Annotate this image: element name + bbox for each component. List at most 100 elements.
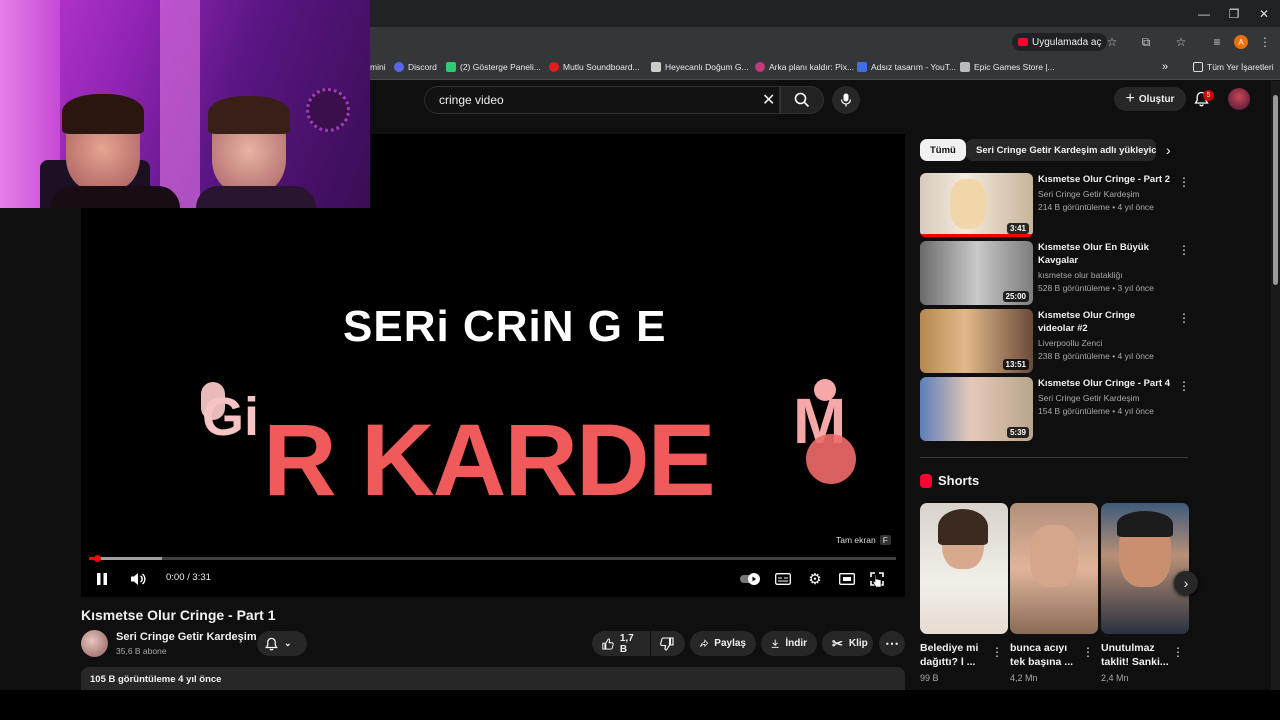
short-thumbnail[interactable]: [1010, 503, 1098, 634]
video-thumbnail[interactable]: 13:51: [920, 309, 1033, 373]
youtube-logo-icon: [1018, 38, 1028, 46]
gear-icon: ⚙: [808, 571, 822, 588]
browser-menu-icon[interactable]: ⋮: [1256, 33, 1274, 51]
plus-icon: +: [1125, 90, 1135, 107]
autoplay-toggle[interactable]: [740, 570, 762, 588]
dislike-button[interactable]: [651, 631, 685, 656]
subscription-bell-button[interactable]: ⌄: [257, 631, 307, 656]
duration-badge: 5:39: [1006, 427, 1029, 438]
download-button[interactable]: İndir: [761, 631, 817, 656]
thumbs-down-icon: [660, 636, 674, 651]
related-video[interactable]: 5:39 Kısmetse Olur Cringe - Part 4 Seri …: [920, 377, 1190, 441]
more-bookmarks-button[interactable]: »: [1162, 60, 1168, 74]
search-input[interactable]: cringe video: [424, 86, 780, 114]
more-vertical-icon[interactable]: ⋮: [1178, 379, 1190, 393]
channel-name[interactable]: Seri Cringe Getir Kardeşim: [116, 631, 257, 643]
shorts-next-button[interactable]: ›: [1174, 571, 1198, 595]
bookmark-item[interactable]: mini: [370, 60, 386, 74]
short-title[interactable]: Unutulmaz taklit! Sanki...: [1101, 641, 1176, 669]
volume-button[interactable]: [128, 570, 148, 588]
bookmark-soundboard[interactable]: Mutlu Soundboard...: [549, 60, 640, 74]
related-channel: Liverpoollu Zenci: [1038, 338, 1103, 348]
restore-button[interactable]: ❐: [1218, 0, 1250, 27]
related-meta: 214 B görüntüleme • 4 yıl önce: [1038, 202, 1154, 212]
bookmark-canva[interactable]: Adsız tasarım - YouT...: [857, 60, 956, 74]
open-in-app-button[interactable]: Uygulamada aç: [1012, 33, 1108, 51]
short-views: 4,2 Mn: [1010, 673, 1038, 683]
video-thumbnail[interactable]: 25:00: [920, 241, 1033, 305]
progress-scrubber[interactable]: [94, 555, 102, 562]
chip-all[interactable]: Tümü: [920, 139, 966, 161]
clear-search-icon[interactable]: ✕: [762, 90, 775, 110]
autoplay-icon: [740, 573, 760, 585]
close-window-button[interactable]: ✕: [1248, 0, 1280, 27]
epic-games-icon: [960, 62, 970, 72]
like-count: 1,7 B: [619, 632, 634, 655]
media-control-icon[interactable]: ≡: [1208, 33, 1226, 51]
minimize-button[interactable]: —: [1188, 0, 1220, 27]
voice-search-button[interactable]: [832, 86, 860, 114]
shorts-heading: Shorts: [920, 473, 979, 488]
fullscreen-tooltip: Tam ekran F: [836, 535, 891, 545]
short-thumbnail[interactable]: [1101, 503, 1189, 634]
more-vertical-icon[interactable]: ⋮: [1178, 243, 1190, 257]
mouse-cursor-icon: [872, 574, 882, 588]
more-vertical-icon[interactable]: ⋮: [1178, 175, 1190, 189]
more-vertical-icon[interactable]: ⋮: [1172, 645, 1184, 659]
search-button[interactable]: [780, 86, 824, 114]
related-video[interactable]: 25:00 Kısmetse Olur En Büyük Kavgalar kı…: [920, 241, 1190, 305]
bookmark-gosterge[interactable]: (2) Gösterge Paneli...: [446, 60, 541, 74]
bookmark-dogum[interactable]: Heyecanlı Doğum G...: [651, 60, 749, 74]
subtitles-button[interactable]: [774, 570, 792, 588]
description-box[interactable]: 105 B görüntüleme 4 yıl önce: [81, 667, 905, 692]
chevron-right-icon[interactable]: ›: [1166, 142, 1171, 158]
webcam-person-body: [50, 186, 180, 208]
thumbs-up-icon: [602, 637, 614, 650]
channel-avatar[interactable]: [81, 630, 108, 657]
settings-button[interactable]: ⚙: [806, 570, 824, 588]
progress-bar[interactable]: [89, 555, 896, 562]
overlay-decor-left: Gi: [202, 387, 260, 447]
reading-list-icon[interactable]: ☆: [1172, 33, 1190, 51]
bookmark-epic[interactable]: Epic Games Store |...: [960, 60, 1055, 74]
all-bookmarks-button[interactable]: Tüm Yer İşaretleri: [1193, 60, 1274, 74]
related-video[interactable]: 13:51 Kısmetse Olur Cringe videolar #2 L…: [920, 309, 1190, 373]
chip-uploader[interactable]: Seri Cringe Getir Kardeşim adlı yükleyic…: [966, 139, 1156, 161]
bookmark-star-icon[interactable]: ☆: [1103, 33, 1121, 51]
short-title[interactable]: Belediye mi dağıttı? l ...: [920, 641, 995, 669]
extensions-icon[interactable]: ⧉: [1137, 33, 1155, 51]
related-video[interactable]: 3:41 Kısmetse Olur Cringe - Part 2 Seri …: [920, 173, 1190, 237]
profile-avatar[interactable]: A: [1234, 35, 1248, 49]
scissors-icon: ✂: [832, 635, 843, 651]
more-vertical-icon[interactable]: ⋮: [991, 645, 1003, 659]
duration-badge: 13:51: [1002, 359, 1029, 370]
more-vertical-icon[interactable]: ⋮: [1082, 645, 1094, 659]
more-horizontal-icon: ⋯: [885, 635, 899, 651]
video-thumbnail[interactable]: 5:39: [920, 377, 1033, 441]
related-channel: Seri Cringe Getir Kardeşim: [1038, 189, 1140, 199]
short-thumbnail[interactable]: [920, 503, 1008, 634]
share-label: Paylaş: [714, 638, 746, 649]
bookmark-discord[interactable]: Discord: [394, 60, 437, 74]
create-button[interactable]: + Oluştur: [1114, 87, 1186, 111]
search-icon: [794, 92, 810, 108]
scrollbar-thumb[interactable]: [1273, 95, 1278, 285]
like-button[interactable]: 1,7 B: [592, 631, 650, 656]
overlay-text-top: SERi CRiN G E: [343, 302, 667, 351]
webcam-person-hair: [208, 96, 290, 134]
share-button[interactable]: Paylaş: [690, 631, 756, 656]
clip-button[interactable]: ✂ Klip: [822, 631, 873, 656]
more-actions-button[interactable]: ⋯: [879, 631, 905, 656]
more-vertical-icon[interactable]: ⋮: [1178, 311, 1190, 325]
video-thumbnail[interactable]: 3:41: [920, 173, 1033, 237]
time-display: 0:00 / 3:31: [166, 572, 211, 583]
overlay-decor-dot: [814, 379, 836, 401]
account-avatar[interactable]: [1228, 88, 1250, 110]
theater-mode-button[interactable]: [838, 570, 856, 588]
soundboard-icon: [549, 62, 559, 72]
short-title[interactable]: bunca acıyı tek başına ...: [1010, 641, 1085, 669]
short-views: 2,4 Mn: [1101, 673, 1129, 683]
bookmark-pixian[interactable]: Arka planı kaldır: Pix...: [755, 60, 854, 74]
clip-label: Klip: [848, 638, 868, 649]
pause-button[interactable]: [94, 570, 110, 588]
